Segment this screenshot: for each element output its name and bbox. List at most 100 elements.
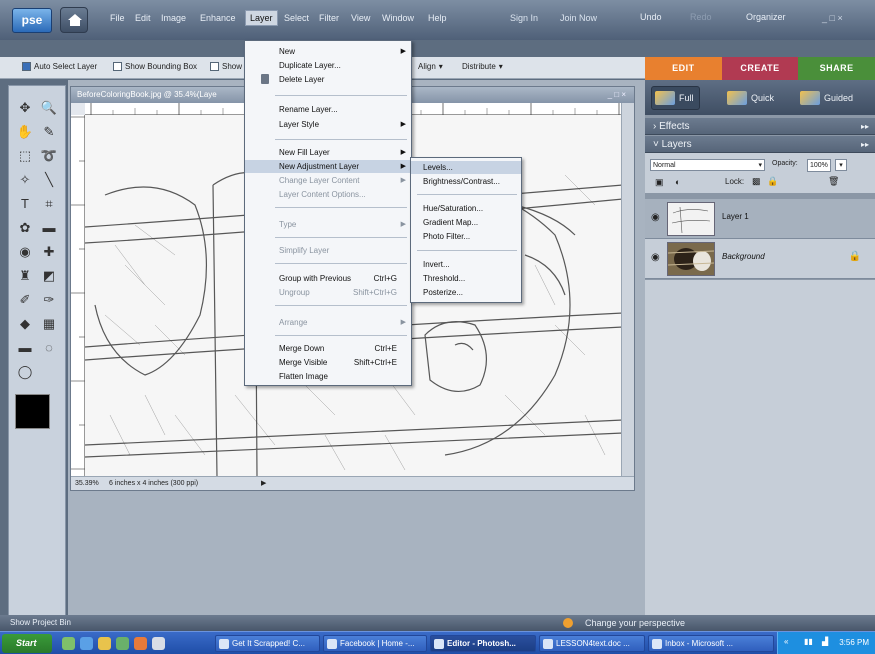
menu-item-merge-down[interactable]: Merge Down Ctrl+E [245, 342, 411, 355]
clock[interactable]: 3:56 PM [839, 638, 869, 647]
menu-item-levels[interactable]: Levels... [411, 161, 521, 174]
menu-item-posterize[interactable]: Posterize... [411, 286, 521, 299]
start-button[interactable]: Start [2, 634, 52, 653]
menu-item-change-layer-content[interactable]: Change Layer Content ▶ [245, 174, 411, 187]
change-perspective-link[interactable]: Change your perspective [585, 615, 685, 631]
menu-item-type[interactable]: Type ▶ [245, 218, 411, 231]
menu-item-layer-style[interactable]: Layer Style ▶ [245, 118, 411, 131]
move-tool-icon[interactable]: ✥ [15, 98, 35, 118]
eyedropper-tool-icon[interactable]: ✎ [39, 122, 59, 142]
quicklaunch-app-icon[interactable] [116, 637, 129, 650]
tab-create[interactable]: CREATE [721, 57, 799, 80]
type-tool-icon[interactable]: T [15, 194, 35, 214]
panel-menu-icon[interactable]: ▸▸ [861, 118, 869, 135]
opacity-dropdown-icon[interactable]: ▾ [835, 159, 847, 171]
signal-icon[interactable]: ▟ [822, 637, 828, 646]
tab-share[interactable]: SHARE [798, 57, 875, 80]
hand-tool-icon[interactable]: ✋ [15, 122, 35, 142]
layers-panel-header[interactable]: ˅ Layers ▸▸ [645, 136, 875, 153]
brush-tool-icon[interactable]: ✐ [15, 290, 35, 310]
network-icon[interactable]: ▮▮ [804, 637, 813, 646]
organizer-button[interactable]: Organizer [746, 12, 786, 22]
menu-item-delete-layer[interactable]: Delete Layer [245, 73, 411, 86]
menu-item-group-with-previous[interactable]: Group with Previous Ctrl+G [245, 272, 411, 285]
zoom-readout[interactable]: 35.39% [75, 477, 99, 490]
quicklaunch-folder-icon[interactable] [98, 637, 111, 650]
menu-item-brightness-contrast[interactable]: Brightness/Contrast... [411, 175, 521, 188]
zoom-tool-icon[interactable]: 🔍 [39, 98, 59, 118]
sponge-tool-icon[interactable]: ◯ [15, 362, 35, 382]
smart-brush-tool-icon[interactable]: ✑ [39, 290, 59, 310]
straighten-tool-icon[interactable]: ▬ [39, 218, 59, 238]
taskbar-item[interactable]: Facebook | Home -... [323, 635, 427, 652]
menu-item-new-fill-layer[interactable]: New Fill Layer ▶ [245, 146, 411, 159]
taskbar-item-active[interactable]: Editor - Photosh... [430, 635, 536, 652]
menu-item-merge-visible[interactable]: Merge Visible Shift+Ctrl+E [245, 356, 411, 369]
home-button[interactable] [60, 7, 88, 33]
document-window-controls[interactable]: _ □ × [608, 87, 626, 103]
redo-button[interactable]: Redo [690, 12, 712, 22]
menu-item-photo-filter[interactable]: Photo Filter... [411, 230, 521, 243]
menu-help[interactable]: Help [428, 13, 447, 23]
join-now-link[interactable]: Join Now [560, 13, 597, 23]
taskbar-item[interactable]: Inbox - Microsoft ... [648, 635, 774, 652]
menu-item-hue-saturation[interactable]: Hue/Saturation... [411, 202, 521, 215]
menu-item-layer-content-options[interactable]: Layer Content Options... [245, 188, 411, 201]
blend-mode-select[interactable]: Normal ▾ [650, 159, 765, 171]
menu-edit[interactable]: Edit [135, 13, 151, 23]
panel-menu-icon[interactable]: ▸▸ [861, 136, 869, 153]
quicklaunch-browser-icon[interactable] [80, 637, 93, 650]
quicklaunch-ie-icon[interactable] [62, 637, 75, 650]
tab-quick[interactable]: Quick [727, 91, 774, 105]
menu-item-invert[interactable]: Invert... [411, 258, 521, 271]
trash-icon[interactable]: 🗑 [828, 176, 839, 187]
adjustment-layer-icon[interactable]: ◐ [675, 177, 680, 187]
menu-enhance[interactable]: Enhance [200, 13, 236, 23]
tab-edit[interactable]: EDIT [645, 57, 722, 80]
foreground-color-swatch[interactable] [15, 394, 50, 429]
menu-item-duplicate-layer[interactable]: Duplicate Layer... [245, 59, 411, 72]
vertical-scrollbar[interactable] [621, 103, 634, 478]
menu-window[interactable]: Window [382, 13, 414, 23]
red-eye-tool-icon[interactable]: ◉ [15, 242, 35, 262]
tab-full[interactable]: Full [651, 86, 700, 110]
status-arrow-icon[interactable]: ▶ [261, 477, 266, 490]
cookie-cutter-tool-icon[interactable]: ✿ [15, 218, 35, 238]
auto-select-checkbox[interactable] [22, 62, 31, 71]
menu-image[interactable]: Image [161, 13, 186, 23]
auto-select-option[interactable]: Auto Select Layer [22, 62, 97, 71]
layer-row[interactable]: ◉ Layer 1 [645, 199, 875, 239]
menu-item-arrange[interactable]: Arrange ▶ [245, 316, 411, 329]
selection-brush-tool-icon[interactable]: ╲ [39, 170, 59, 190]
menu-layer[interactable]: Layer [245, 10, 278, 26]
quicklaunch-desktop-icon[interactable] [152, 637, 165, 650]
bounding-box-option[interactable]: Show Bounding Box [113, 62, 197, 71]
gradient-tool-icon[interactable]: ▦ [39, 314, 59, 334]
blur-tool-icon[interactable]: ◌ [39, 338, 59, 358]
document-size-info[interactable]: 6 inches x 4 inches (300 ppi) [109, 477, 198, 490]
visibility-eye-icon[interactable]: ◉ [651, 212, 660, 223]
menu-select[interactable]: Select [284, 13, 309, 23]
distribute-dropdown[interactable]: Distribute ▾ [462, 62, 503, 71]
effects-panel-header[interactable]: › Effects ▸▸ [645, 118, 875, 135]
menu-item-simplify-layer[interactable]: Simplify Layer [245, 244, 411, 257]
menu-file[interactable]: File [110, 13, 125, 23]
visibility-eye-icon[interactable]: ◉ [651, 252, 660, 263]
marquee-tool-icon[interactable]: ⬚ [15, 146, 35, 166]
menu-filter[interactable]: Filter [319, 13, 339, 23]
taskbar-item[interactable]: Get It Scrapped! C... [215, 635, 320, 652]
lock-transparency-icon[interactable]: ▩ [752, 176, 761, 187]
show-option[interactable]: Show [210, 62, 242, 71]
show-project-bin-button[interactable]: Show Project Bin [10, 615, 71, 631]
menu-item-ungroup[interactable]: Ungroup Shift+Ctrl+G [245, 286, 411, 299]
layer-name[interactable]: Layer 1 [722, 212, 749, 221]
lock-all-icon[interactable]: 🔒 [767, 176, 778, 187]
opacity-input[interactable]: 100% [807, 159, 831, 172]
quicklaunch-media-icon[interactable] [134, 637, 147, 650]
sign-in-link[interactable]: Sign In [510, 13, 538, 23]
window-controls[interactable]: _ □ × [822, 13, 843, 23]
tray-expand-button[interactable]: « [784, 637, 788, 646]
paint-bucket-tool-icon[interactable]: ◆ [15, 314, 35, 334]
clone-stamp-tool-icon[interactable]: ♜ [15, 266, 35, 286]
layer-row[interactable]: ◉ Background 🔒 [645, 239, 875, 279]
